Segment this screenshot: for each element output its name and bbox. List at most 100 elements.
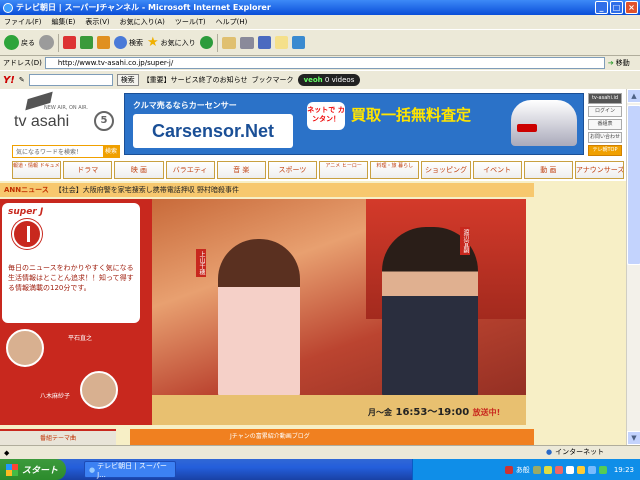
tray-icon[interactable] <box>543 465 552 474</box>
refresh-icon[interactable] <box>80 36 93 49</box>
security-zone: ● インターネット <box>546 448 605 456</box>
tray-icon[interactable] <box>565 465 574 474</box>
nav-sports[interactable]: スポーツ <box>267 161 318 179</box>
nav-drama[interactable]: ドラマ <box>63 161 113 179</box>
taskbar-ie-window[interactable]: ● テレビ朝日 | スーパーJ... <box>84 461 176 479</box>
nav-event[interactable]: イベント <box>472 161 522 179</box>
top-link[interactable]: テレ朝TOP <box>588 145 622 156</box>
site-search-input[interactable]: 気になるワードを検索！ <box>16 147 82 156</box>
ie-icon <box>3 2 13 13</box>
back-button[interactable]: 戻る <box>4 35 35 50</box>
channel-badge: 5 <box>94 111 114 131</box>
theme-song-link[interactable]: 番組テーマ曲 <box>0 429 117 445</box>
yahoo-search-input[interactable] <box>28 74 113 86</box>
caster-row[interactable]: 平石直之 <box>4 327 144 369</box>
nav-music[interactable]: 音 楽 <box>216 161 266 179</box>
clock[interactable]: 19:23 <box>614 466 634 474</box>
discuss-icon[interactable] <box>274 36 288 49</box>
address-label: アドレス(D) <box>3 59 42 67</box>
toolbar-divider <box>216 33 218 52</box>
mail-icon[interactable] <box>221 36 236 49</box>
banner-tagline: クルマ売るならカーセンサー <box>133 101 237 110</box>
site-search-button[interactable]: 検索 <box>102 146 119 157</box>
page-content: NEW AIR, ON AIR. tv asahi 5 気になるワードを検索！ … <box>0 89 626 445</box>
right-sidebar <box>538 181 626 445</box>
history-icon[interactable] <box>199 36 213 49</box>
messenger-icon[interactable] <box>291 36 305 49</box>
menu-help[interactable]: ヘルプ(H) <box>216 17 248 27</box>
network-icon[interactable] <box>587 465 596 474</box>
caster-photo <box>6 329 44 367</box>
menu-tools[interactable]: ツール(T) <box>175 17 206 27</box>
minimize-button[interactable]: _ <box>595 1 608 14</box>
bottom-links: 番組テーマ曲 Jチャンの富累紹介動画ブログ <box>0 429 534 445</box>
windows-logo-icon <box>6 463 18 476</box>
anchor-name-tag: 渡辺宜嗣 <box>460 227 470 255</box>
logo-tagline: NEW AIR, ON AIR. <box>44 105 89 111</box>
tv-asahi-logo[interactable]: NEW AIR, ON AIR. tv asahi 5 <box>10 91 120 139</box>
go-button[interactable]: ➔ 移動 <box>608 58 630 68</box>
anchor-female <box>218 239 300 399</box>
video-blog-link[interactable]: Jチャンの富累紹介動画ブログ <box>130 429 534 445</box>
menu-bar: ファイル(F) 編集(E) 表示(V) お気に入り(A) ツール(T) ヘルプ(… <box>0 15 640 29</box>
nav-video[interactable]: 動 画 <box>523 161 573 179</box>
anchor-name-tag: 上山千穂 <box>196 249 206 277</box>
menu-edit[interactable]: 編集(E) <box>52 17 76 27</box>
home-icon[interactable] <box>97 36 110 49</box>
genre-nav: 報道・情報 ドキュメンタリー ドラマ 映 画 バラエティ 音 楽 スポーツ アニ… <box>12 161 625 179</box>
bookmark-button[interactable]: ブックマーク <box>252 75 294 85</box>
yahoo-search-button[interactable]: 検索 <box>116 74 139 86</box>
login-button[interactable]: ログイン <box>588 106 622 117</box>
contact-link[interactable]: お問い合わせ <box>588 132 622 143</box>
logo-text: tv asahi <box>14 113 70 130</box>
nav-news-documentary[interactable]: 報道・情報 ドキュメンタリー <box>12 161 62 179</box>
close-button[interactable]: × <box>625 1 638 14</box>
forward-button[interactable] <box>39 35 54 50</box>
ime-indicator[interactable]: あ般 <box>516 465 530 475</box>
nav-variety[interactable]: バラエティ <box>165 161 215 179</box>
caster-name: 平石直之 <box>68 335 93 342</box>
caster-name: 八木麻紗子 <box>40 393 71 400</box>
super-j-icon <box>12 219 42 249</box>
menu-view[interactable]: 表示(V) <box>85 17 109 27</box>
nav-cooking-travel[interactable]: 料理・旅 暮らし <box>370 161 420 179</box>
schedule-link[interactable]: 番組表 <box>588 119 622 130</box>
caster-row[interactable]: 八木麻紗子 <box>4 371 144 413</box>
tray-icon[interactable] <box>532 465 541 474</box>
yahoo-logo[interactable]: Y! <box>3 75 15 86</box>
site-search[interactable]: 気になるワードを検索！ 検索 <box>12 145 120 158</box>
search-icon <box>114 36 127 49</box>
edit-icon[interactable] <box>257 36 271 49</box>
vertical-scrollbar[interactable]: ▲ ▼ <box>626 89 640 445</box>
menu-favorites[interactable]: お気に入り(A) <box>120 17 165 27</box>
print-icon[interactable] <box>239 36 254 49</box>
news-headline[interactable]: 【社会】大阪府警を家宅捜索し携帯電話押収 野村暗殺事件 <box>55 185 239 195</box>
tray-icon[interactable] <box>554 465 563 474</box>
star-icon: ★ <box>147 35 159 50</box>
stop-icon[interactable] <box>63 36 76 49</box>
tray-icon[interactable] <box>504 465 513 474</box>
nav-shopping[interactable]: ショッピング <box>421 161 471 179</box>
menu-file[interactable]: ファイル(F) <box>4 17 42 27</box>
go-arrow-icon: ➔ <box>607 59 614 67</box>
yahoo-news-link[interactable]: 【重要】サービス終了のお知らせ <box>143 75 248 85</box>
nav-announcers[interactable]: アナウンサーズ <box>574 161 625 179</box>
tray-icon[interactable] <box>576 465 585 474</box>
veoh-button[interactable]: veoh 0 videos <box>297 74 361 86</box>
maximize-button[interactable]: □ <box>610 1 623 14</box>
address-input[interactable]: http://www.tv-asahi.co.jp/super-j/ <box>44 57 605 69</box>
pencil-icon[interactable]: ✎ <box>19 76 25 84</box>
header-side-links: tv-asahi.id ログイン 番組表 お問い合わせ テレ朝TOP <box>588 93 624 156</box>
banner-brand: Carsensor.Net <box>133 114 293 148</box>
broadcast-time: 月～金 16:53～19:00 放送中! <box>368 407 501 418</box>
volume-icon[interactable] <box>598 465 607 474</box>
nav-anime[interactable]: アニメ ヒーロー <box>319 161 369 179</box>
nav-movie[interactable]: 映 画 <box>114 161 164 179</box>
scroll-up-icon[interactable]: ▲ <box>627 89 640 103</box>
favorites-button[interactable]: ★ お気に入り <box>147 35 196 50</box>
search-button[interactable]: 検索 <box>114 36 143 49</box>
start-button[interactable]: スタート <box>0 459 66 480</box>
scroll-thumb[interactable] <box>627 105 640 265</box>
scroll-down-icon[interactable]: ▼ <box>627 431 640 445</box>
carsensor-banner[interactable]: クルマ売るならカーセンサー Carsensor.Net ネットで カンタン！ 買… <box>124 93 584 155</box>
